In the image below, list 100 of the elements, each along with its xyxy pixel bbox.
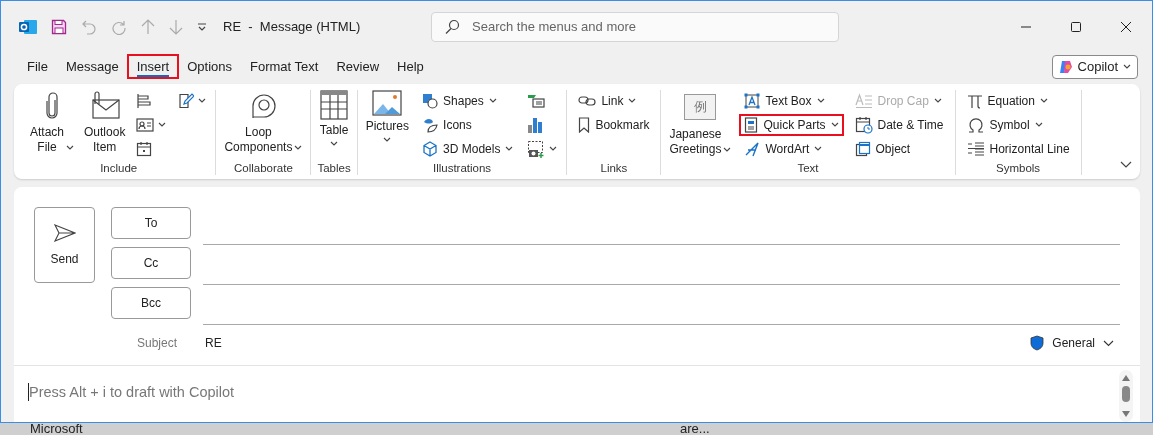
caret-icon	[814, 146, 823, 152]
ribbon-button[interactable]: Pictures	[363, 89, 412, 142]
close-icon[interactable]	[1120, 20, 1132, 33]
app-logo-icon	[19, 18, 37, 35]
ribbon-tab[interactable]: Format Text	[241, 55, 328, 79]
caret-icon	[66, 144, 75, 150]
group-label: Symbols	[996, 162, 1041, 175]
caret-icon	[1034, 122, 1043, 128]
background-text: are...	[680, 423, 711, 435]
object-icon	[854, 140, 871, 157]
ribbon-tab[interactable]: Help	[388, 55, 433, 79]
caret-icon	[330, 140, 339, 146]
caret-icon	[830, 122, 839, 128]
document-icon	[744, 116, 759, 133]
collapse-ribbon-icon[interactable]	[1120, 161, 1132, 169]
ribbon-button[interactable]: Bookmark	[573, 113, 655, 136]
customize-icon[interactable]	[197, 22, 207, 31]
caret-icon	[294, 144, 303, 150]
ribbon-button[interactable]: Icons	[417, 113, 519, 136]
caret-icon	[505, 146, 514, 152]
address-button[interactable]: To	[111, 207, 191, 239]
group-label: Links	[600, 162, 628, 175]
address-button[interactable]: Cc	[111, 247, 191, 279]
send-icon	[53, 224, 76, 242]
pi-icon	[966, 92, 983, 109]
ribbon-button[interactable]: 3D Models	[417, 137, 519, 160]
group-label: Tables	[317, 162, 351, 175]
scroll-thumb[interactable]	[1122, 386, 1130, 402]
shapes-icon	[422, 92, 439, 109]
ribbon-tab[interactable]: Review	[327, 55, 389, 79]
drop-cap-icon	[854, 92, 873, 109]
horizontal-line-icon	[966, 140, 985, 157]
smartart-icon	[527, 92, 546, 109]
copilot-button[interactable]: Copilot	[1051, 54, 1138, 79]
ribbon-button[interactable]: Table	[317, 89, 351, 146]
search-field[interactable]: Search the menus and more	[431, 11, 839, 42]
ribbon-button[interactable]: WordArt	[739, 137, 844, 160]
ribbon-tab[interactable]: File	[18, 55, 57, 79]
sensitivity-dropdown[interactable]: General	[1024, 334, 1120, 352]
bar-chart-icon	[527, 115, 544, 134]
ribbon-button[interactable]: Text Box	[739, 89, 844, 112]
ribbon-tab[interactable]: Message	[56, 55, 128, 79]
chevron-down-icon	[1103, 339, 1114, 347]
ribbon-button[interactable]: Shapes	[417, 89, 519, 112]
ribbon-button[interactable]: Outlook Item	[82, 89, 128, 155]
ribbon-button[interactable]: Horizontal Line	[961, 137, 1075, 160]
caret-icon	[628, 98, 637, 104]
caret-icon	[158, 122, 167, 128]
caret-icon	[723, 146, 732, 152]
scroll-up-icon[interactable]	[1121, 374, 1131, 382]
text-box-icon	[744, 92, 761, 109]
maximize-icon[interactable]	[1070, 20, 1082, 33]
screenshot-icon	[527, 139, 546, 158]
picture-icon	[372, 89, 403, 116]
caret-icon	[549, 146, 558, 152]
ribbon-tab[interactable]: Insert	[127, 55, 179, 79]
ribbon-tab[interactable]: Options	[178, 55, 242, 79]
bookmark-icon	[578, 116, 591, 133]
shield-icon	[1030, 335, 1045, 351]
align-icon	[136, 92, 153, 109]
caret-icon	[933, 98, 942, 104]
wordart-icon	[744, 140, 761, 157]
group-label: Collaborate	[234, 162, 293, 175]
ribbon-button[interactable]: Date & Time	[849, 113, 949, 136]
link-icon	[578, 93, 597, 108]
greeting-card-icon: 例	[684, 93, 717, 120]
table-icon	[320, 89, 349, 120]
caret-icon	[816, 98, 825, 104]
group-label: Illustrations	[432, 162, 492, 175]
copilot-logo-icon	[1058, 59, 1073, 74]
caret-icon	[488, 98, 497, 104]
ribbon-button[interactable]: 例 Japanese Greetings	[667, 89, 734, 157]
ribbon-button[interactable]: Attach File	[28, 89, 77, 155]
group-label: Text	[797, 162, 819, 175]
ribbon-button[interactable]: Loop Components	[222, 89, 305, 155]
signature-icon	[178, 92, 195, 109]
contact-card-icon	[136, 116, 155, 133]
background-text: Microsoft	[30, 423, 84, 435]
calendar-clock-icon	[854, 115, 873, 134]
caret-icon	[1039, 98, 1048, 104]
ribbon-button[interactable]: Symbol	[961, 113, 1075, 136]
omega-icon	[966, 116, 985, 133]
search-icon	[444, 18, 460, 35]
bird-icon	[422, 116, 439, 133]
save-icon[interactable]	[51, 18, 67, 35]
group-label: Include	[100, 162, 138, 175]
ribbon-button[interactable]: Quick Parts	[739, 113, 844, 136]
caret-icon	[1123, 64, 1131, 70]
calendar-icon	[136, 140, 153, 157]
subject-label: Subject	[136, 336, 178, 350]
ribbon-button[interactable]: Object	[849, 137, 949, 160]
scrollbar[interactable]	[1119, 370, 1133, 422]
caret-icon	[198, 98, 207, 104]
cube-icon	[422, 140, 439, 157]
ribbon-button[interactable]: Link	[573, 89, 655, 112]
caret-icon	[383, 136, 392, 142]
send-button[interactable]: Send	[34, 207, 95, 283]
ribbon-button[interactable]: Equation	[961, 89, 1075, 112]
address-button[interactable]: Bcc	[111, 287, 191, 319]
scroll-down-icon[interactable]	[1121, 410, 1131, 418]
